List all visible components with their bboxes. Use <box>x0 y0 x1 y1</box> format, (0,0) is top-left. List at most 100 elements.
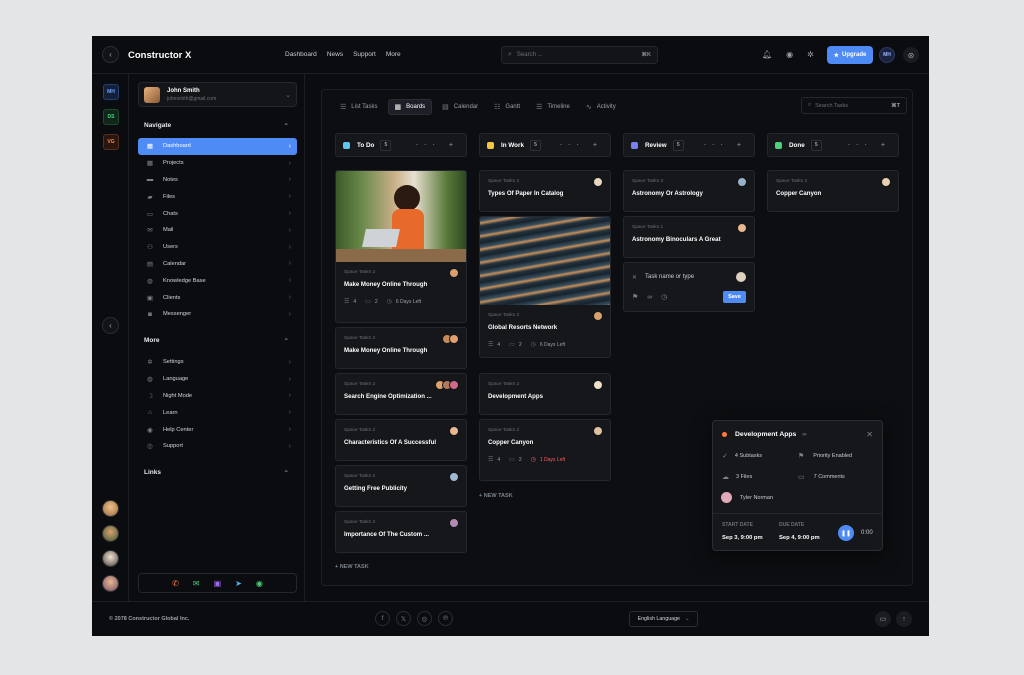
upgrade-button[interactable]: ★ Upgrade <box>827 46 873 64</box>
task-card[interactable]: Space Tasks 3 Astronomy Or Astrology <box>623 170 755 212</box>
column-actions[interactable]: ··· + <box>704 142 747 149</box>
column-actions[interactable]: ··· + <box>560 142 603 149</box>
close-icon[interactable]: ✕ <box>632 274 637 281</box>
facebook-icon[interactable]: f <box>375 611 390 626</box>
sidebar-item-night-mode[interactable]: ☽ Night Mode › <box>138 388 297 405</box>
task-name-input[interactable]: Task name or type <box>645 274 694 280</box>
more-list: ✲ Settings › ◍ Language › ☽ Night Mode › ⌂ Lear… <box>138 354 297 455</box>
links-section-header[interactable]: Links ⌃ <box>144 469 289 477</box>
whatsapp-icon[interactable]: ◉ <box>256 579 263 588</box>
topnav-more[interactable]: More <box>386 51 401 58</box>
link-icon[interactable]: ∞ <box>647 294 652 301</box>
column-actions[interactable]: ··· + <box>848 142 891 149</box>
navigate-section-header[interactable]: Navigate ⌃ <box>144 122 289 130</box>
search-tasks-placeholder: Search Tasks <box>815 102 849 109</box>
telegram-icon[interactable]: ➤ <box>235 579 242 588</box>
sidebar-item-clients[interactable]: ▣ Clients › <box>138 289 297 306</box>
sidebar-item-files[interactable]: ▰ Files › <box>138 188 297 205</box>
sidebar-item-users[interactable]: ⚇ Users › <box>138 239 297 256</box>
x-icon[interactable]: 𝕏 <box>396 611 411 626</box>
sidebar-item-knowledge-base[interactable]: ◍ Knowledge Base › <box>138 272 297 289</box>
sidebar-item-mail[interactable]: ✉ Mail › <box>138 222 297 239</box>
sidebar-item-label: Dashboard <box>163 143 191 150</box>
new-task-button[interactable]: + NEW TASK <box>479 493 513 499</box>
avatar[interactable] <box>102 500 119 517</box>
apps-icon[interactable]: ⊛ <box>903 47 919 63</box>
task-card[interactable]: Space Tasks 2 Getting Free Publicity <box>335 465 467 507</box>
new-task-button[interactable]: + NEW TASK <box>335 564 369 570</box>
sidebar-item-learn[interactable]: ⌂ Learn › <box>138 404 297 421</box>
flag-icon[interactable]: ⚑ <box>632 293 638 301</box>
task-card[interactable]: Space Tasks 2 Development Apps <box>479 373 611 415</box>
tab-timeline[interactable]: ☰ Timeline <box>530 99 576 115</box>
tab-label: Timeline <box>547 104 570 110</box>
avatar[interactable] <box>102 550 119 567</box>
task-card[interactable]: Space Tasks 2 Characteristics Of A Succes… <box>335 419 467 461</box>
avatar[interactable] <box>102 575 119 592</box>
settings-icon[interactable]: ✲ <box>807 50 814 59</box>
sidebar-item-settings[interactable]: ✲ Settings › <box>138 354 297 371</box>
topnav-support[interactable]: Support <box>353 51 376 58</box>
workspace-mh[interactable]: MH <box>103 84 119 100</box>
workspace-vg[interactable]: VG <box>103 134 119 150</box>
language-select[interactable]: English Language ⌄ <box>629 611 698 627</box>
search-tasks-input[interactable]: ⌕ Search Tasks ⌘T <box>801 97 907 114</box>
start-date-value[interactable]: Sep 3, 9:00 pm <box>722 535 763 541</box>
tab-boards[interactable]: ▦ Boards <box>387 99 433 115</box>
sidebar-item-language[interactable]: ◍ Language › <box>138 371 297 388</box>
avatar[interactable] <box>736 272 746 282</box>
instagram-icon[interactable]: ◎ <box>417 611 432 626</box>
task-card[interactable]: Space Tasks 2 Copper Canyon <box>767 170 899 212</box>
save-button[interactable]: Save <box>723 291 746 303</box>
clock-icon[interactable]: ◷ <box>661 293 667 301</box>
search-input[interactable]: ⌕ Search ... ⌘K <box>501 46 658 64</box>
topnav-news[interactable]: News <box>327 51 343 58</box>
chat-icon[interactable]: ▭ <box>875 611 891 627</box>
topnav-dashboard[interactable]: Dashboard <box>285 51 317 58</box>
contact-bar: ✆ ✉ ▣ ➤ ◉ <box>138 573 297 593</box>
avatar[interactable] <box>102 525 119 542</box>
sidebar-item-notes[interactable]: ▬ Notes › <box>138 172 297 189</box>
sidebar-item-messenger[interactable]: ◙ Messenger › <box>138 306 297 323</box>
link-icon[interactable]: ∞ <box>802 432 806 438</box>
card-image <box>336 171 466 262</box>
collapse-button[interactable]: ‹ <box>102 317 119 334</box>
task-card[interactable]: Space Tasks 2 Importance Of The Custom ..… <box>335 511 467 553</box>
more-section-header[interactable]: More ⌃ <box>144 337 289 345</box>
sidebar-item-calendar[interactable]: ▤ Calendar › <box>138 256 297 273</box>
sidebar-item-dashboard[interactable]: ▦ Dashboard › <box>138 138 297 155</box>
due-date-value[interactable]: Sep 4, 9:00 pm <box>779 535 820 541</box>
phone-icon[interactable]: ✆ <box>172 579 179 588</box>
sidebar-item-chats[interactable]: ▭ Chats › <box>138 205 297 222</box>
sidebar-item-help-center[interactable]: ◉ Help Center › <box>138 421 297 438</box>
pause-button[interactable]: ❚❚ <box>838 525 854 541</box>
task-card[interactable]: Space Tasks 2 Copper Canyon ☰ 4 ▭ 2 ◷ 1 Days… <box>479 419 611 481</box>
close-icon[interactable]: ✕ <box>866 430 873 439</box>
sidebar-item-support[interactable]: ◎ Support › <box>138 438 297 455</box>
sidebar-item-projects[interactable]: ▩ Projects › <box>138 155 297 172</box>
column-actions[interactable]: ··· + <box>416 142 459 149</box>
tab-activity[interactable]: ∿ Activity <box>580 99 622 115</box>
tab-calendar[interactable]: ▤ Calendar <box>436 99 484 115</box>
tab-list-tasks[interactable]: ☰ List Tasks <box>334 99 384 115</box>
arrow-up-icon[interactable]: ↑ <box>896 611 912 627</box>
support-icon: ◎ <box>147 443 153 451</box>
task-card[interactable]: Space Tasks 2 Global Resorts Network ☰ 4 ▭… <box>479 216 611 358</box>
card-project: Space Tasks 2 <box>344 520 376 525</box>
back-button[interactable]: ‹ <box>102 46 119 63</box>
help-icon[interactable]: ◉ <box>786 50 793 59</box>
avatar <box>593 426 603 436</box>
task-card[interactable]: Space Tasks 2 Search Engine Optimization … <box>335 373 467 415</box>
task-card[interactable]: Space Tasks 1 Astronomy Binoculars A Grea… <box>623 216 755 258</box>
task-card[interactable]: Space Tasks 2 Types Of Paper In Catalog <box>479 170 611 212</box>
task-card[interactable]: Space Tasks 2 Make Money Online Through … <box>335 170 467 323</box>
video-icon[interactable]: ▣ <box>214 579 222 588</box>
tab-gantt[interactable]: ☷ Gantt <box>488 99 526 115</box>
avatar[interactable]: MH <box>879 47 895 63</box>
user-card[interactable]: John Smith johnsmith@gmail.com ⌄ <box>138 82 297 107</box>
bell-icon[interactable]: 🔔︎ <box>762 50 772 59</box>
mail-icon[interactable]: ✉ <box>193 579 200 588</box>
task-card[interactable]: Space Tasks 2 Make Money Online Through <box>335 327 467 369</box>
pinterest-icon[interactable]: ℗ <box>438 611 453 626</box>
workspace-ds[interactable]: DS <box>103 109 119 125</box>
